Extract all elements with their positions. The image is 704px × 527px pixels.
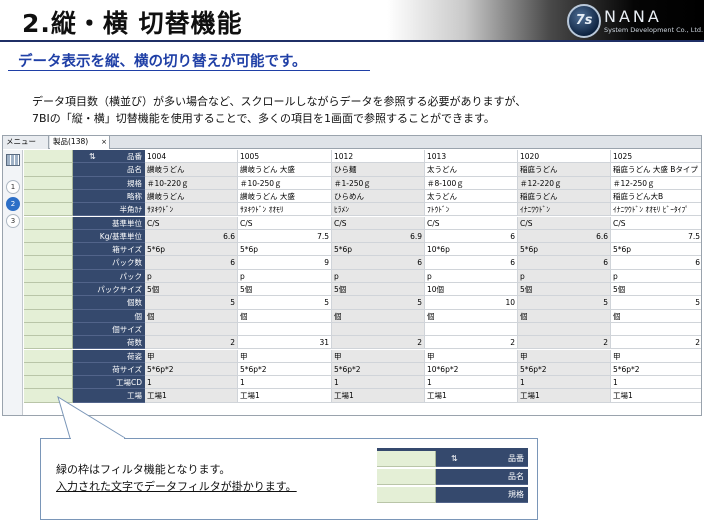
- filter-example-row: 規格: [377, 487, 528, 503]
- field-label: 品名: [436, 469, 528, 485]
- filter-example: 品番 ⇅ 品名規格: [377, 448, 528, 506]
- filter-cell[interactable]: [377, 487, 436, 503]
- filter-cell[interactable]: [377, 451, 436, 467]
- sort-az-icon[interactable]: ⇅: [451, 451, 458, 467]
- callout-text-1: 緑の枠はフィルタ機能となります。: [56, 463, 231, 476]
- filter-example-row: 品名: [377, 469, 528, 485]
- callout-text-2: 入力された文字でデータフィルタが掛かります。: [56, 480, 297, 493]
- field-label: 品番: [436, 451, 528, 467]
- field-label: 規格: [436, 487, 528, 503]
- filter-example-row: 品番 ⇅: [377, 451, 528, 467]
- callout-pointer-cover: [71, 437, 124, 440]
- filter-cell[interactable]: [377, 469, 436, 485]
